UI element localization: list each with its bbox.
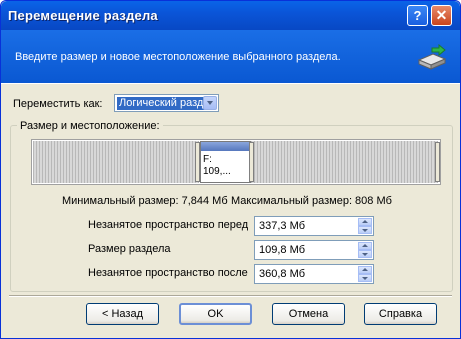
title-bar[interactable]: Перемещение раздела ? ✕ <box>1 1 460 30</box>
end-handle <box>435 142 440 182</box>
move-partition-dialog: Перемещение раздела ? ✕ Введите размер и… <box>0 0 461 339</box>
back-button[interactable]: < Назад <box>86 303 159 325</box>
header-banner: Введите размер и новое местоположение вы… <box>1 30 460 84</box>
partition-move-icon <box>417 44 447 70</box>
free-after-spinner[interactable] <box>358 266 372 282</box>
spin-up-icon[interactable] <box>358 242 372 250</box>
chevron-down-icon[interactable] <box>203 96 217 110</box>
cancel-button[interactable]: Отмена <box>272 303 345 325</box>
ok-button[interactable]: OK <box>179 303 252 325</box>
min-size-text: Минимальный размер: 7,844 Мб <box>62 195 228 207</box>
move-as-select[interactable]: Логический раздел <box>114 94 219 112</box>
partition-size-label-text: Размер раздела <box>88 243 171 255</box>
close-icon[interactable]: ✕ <box>431 5 452 26</box>
button-divider <box>9 295 452 297</box>
resize-handle-left[interactable] <box>195 142 200 182</box>
free-before-spinner[interactable] <box>358 218 372 234</box>
spin-up-icon[interactable] <box>358 218 372 226</box>
help-icon[interactable]: ? <box>407 5 428 26</box>
free-before-value: 337,3 Мб <box>259 220 306 232</box>
free-after-field[interactable]: 360,8 Мб <box>254 264 374 284</box>
partition-size-field[interactable]: 109,8 Мб <box>254 240 374 260</box>
spin-down-icon[interactable] <box>358 274 372 282</box>
window-title: Перемещение раздела <box>8 8 158 23</box>
banner-instruction: Введите размер и новое местоположение вы… <box>15 51 341 63</box>
partition-layout-bar[interactable]: F: 109,... <box>31 139 441 185</box>
partition-size-label: 109,... <box>203 166 231 177</box>
size-location-label: Размер и местоположение: <box>17 120 163 132</box>
free-before-label: Незанятое пространство перед <box>88 219 249 231</box>
partition-size-value: 109,8 Мб <box>259 244 306 256</box>
partition-header <box>201 142 250 151</box>
move-as-label: Переместить как: <box>13 98 103 110</box>
free-after-value: 360,8 Мб <box>259 268 306 280</box>
free-space-after-area[interactable] <box>251 141 438 183</box>
spin-down-icon[interactable] <box>358 226 372 234</box>
resize-handle-right[interactable] <box>249 142 254 182</box>
partition-letter: F: <box>203 154 212 165</box>
move-as-value: Логический раздел <box>117 97 205 110</box>
max-size-text: Максимальный размер: 808 Мб <box>231 195 392 207</box>
spin-up-icon[interactable] <box>358 266 372 274</box>
free-space-before-area[interactable] <box>33 141 199 183</box>
spin-down-icon[interactable] <box>358 250 372 258</box>
partition-block[interactable]: F: 109,... <box>200 141 251 183</box>
free-after-label: Незанятое пространство после <box>88 267 248 279</box>
help-button[interactable]: Справка <box>364 303 437 325</box>
partition-size-spinner[interactable] <box>358 242 372 258</box>
free-before-field[interactable]: 337,3 Мб <box>254 216 374 236</box>
